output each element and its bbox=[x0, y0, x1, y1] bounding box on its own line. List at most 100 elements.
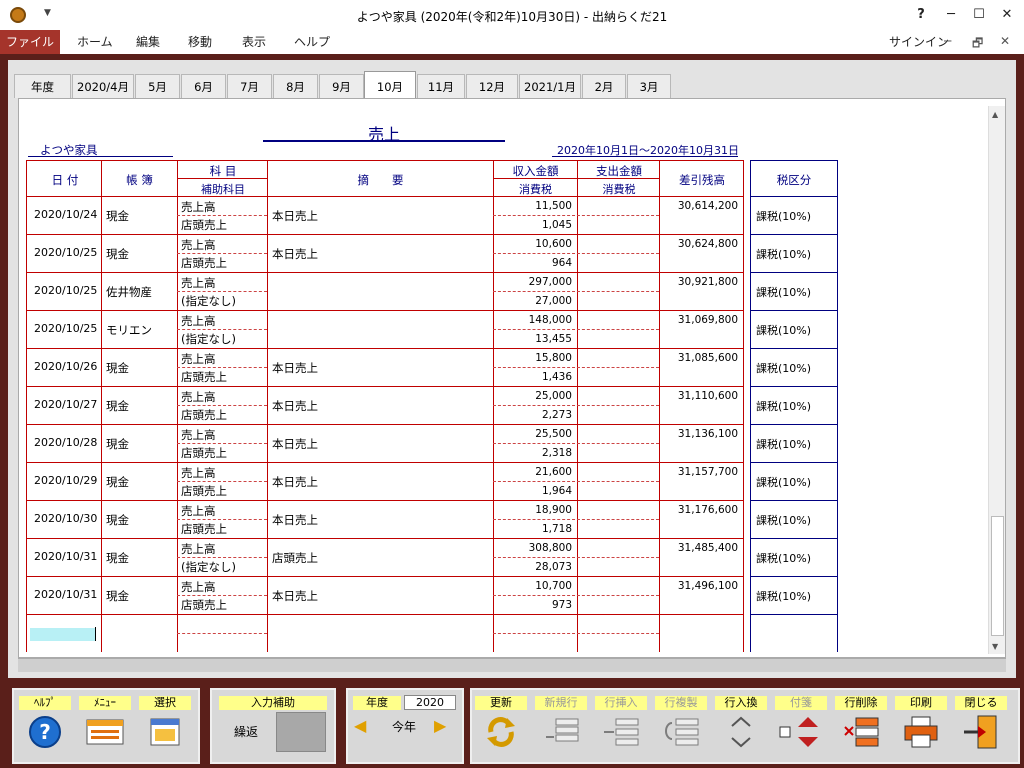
update-button[interactable]: 更新 bbox=[472, 690, 530, 758]
row-account-cell[interactable]: 売上高 bbox=[181, 313, 216, 329]
row-income-tax-cell[interactable]: 13,455 bbox=[494, 333, 572, 345]
row-tax-class-cell[interactable]: 課税(10%) bbox=[756, 360, 811, 376]
row-date-cell[interactable]: 2020/10/29 bbox=[34, 474, 97, 487]
tag-button[interactable]: 付箋 bbox=[772, 690, 830, 758]
row-income-tax-cell[interactable]: 2,318 bbox=[494, 447, 572, 459]
row-balance-cell[interactable]: 31,110,600 bbox=[660, 390, 738, 402]
row-income-tax-cell[interactable]: 2,273 bbox=[494, 409, 572, 421]
ribbon-restore-button[interactable]: 🗗 bbox=[972, 34, 983, 55]
row-date-cell[interactable]: 2020/10/24 bbox=[34, 208, 97, 221]
row-balance-cell[interactable]: 30,614,200 bbox=[660, 200, 738, 212]
delete-row-button[interactable]: 行削除 bbox=[832, 690, 890, 758]
tab-year[interactable]: 年度 bbox=[14, 74, 71, 98]
row-date-cell[interactable]: 2020/10/28 bbox=[34, 436, 97, 449]
row-book-cell[interactable]: 現金 bbox=[106, 246, 129, 262]
row-sub-account-cell[interactable]: 店頭売上 bbox=[181, 521, 227, 537]
row-book-cell[interactable]: モリエン bbox=[106, 322, 152, 338]
tab-month[interactable]: 7月 bbox=[227, 74, 272, 98]
maximize-button[interactable]: ☐ bbox=[966, 4, 992, 26]
menu-help[interactable]: ヘルプ bbox=[294, 30, 330, 54]
row-tax-class-cell[interactable]: 課税(10%) bbox=[756, 322, 811, 338]
select-button[interactable]: 選択 bbox=[136, 690, 194, 758]
row-account-cell[interactable]: 売上高 bbox=[181, 541, 216, 557]
row-summary-cell[interactable]: 本日売上 bbox=[272, 246, 318, 262]
row-sub-account-cell[interactable]: (指定なし) bbox=[181, 293, 236, 309]
row-summary-cell[interactable]: 店頭売上 bbox=[272, 550, 318, 566]
row-book-cell[interactable]: 現金 bbox=[106, 360, 129, 376]
year-input[interactable]: 2020 bbox=[404, 695, 456, 710]
row-date-cell[interactable]: 2020/10/30 bbox=[34, 512, 97, 525]
close-button[interactable]: 閉じる bbox=[952, 690, 1010, 758]
row-book-cell[interactable]: 現金 bbox=[106, 550, 129, 566]
scroll-up-icon[interactable]: ▲ bbox=[992, 110, 998, 119]
row-balance-cell[interactable]: 30,624,800 bbox=[660, 238, 738, 250]
row-income-cell[interactable]: 10,700 bbox=[494, 580, 572, 592]
row-income-cell[interactable]: 297,000 bbox=[494, 276, 572, 288]
row-income-cell[interactable]: 18,900 bbox=[494, 504, 572, 516]
row-book-cell[interactable]: 現金 bbox=[106, 588, 129, 604]
row-summary-cell[interactable]: 本日売上 bbox=[272, 512, 318, 528]
row-balance-cell[interactable]: 31,136,100 bbox=[660, 428, 738, 440]
row-book-cell[interactable]: 現金 bbox=[106, 474, 129, 490]
row-tax-class-cell[interactable]: 課税(10%) bbox=[756, 246, 811, 262]
swap-row-button[interactable]: 行入換 bbox=[712, 690, 770, 758]
row-income-tax-cell[interactable]: 964 bbox=[494, 257, 572, 269]
row-balance-cell[interactable]: 31,496,100 bbox=[660, 580, 738, 592]
tab-month[interactable]: 9月 bbox=[319, 74, 364, 98]
insert-row-button[interactable]: 行挿入 bbox=[592, 690, 650, 758]
help-button[interactable]: ﾍﾙﾌﾟ ? bbox=[16, 690, 74, 758]
tab-month[interactable]: 2020/4月 bbox=[72, 74, 134, 98]
row-sub-account-cell[interactable]: 店頭売上 bbox=[181, 597, 227, 613]
tab-month[interactable]: 3月 bbox=[627, 74, 671, 98]
row-income-tax-cell[interactable]: 1,436 bbox=[494, 371, 572, 383]
row-income-cell[interactable]: 308,800 bbox=[494, 542, 572, 554]
row-account-cell[interactable]: 売上高 bbox=[181, 237, 216, 253]
row-income-cell[interactable]: 25,000 bbox=[494, 390, 572, 402]
minimize-button[interactable]: ─ bbox=[938, 4, 964, 26]
tab-month-active[interactable]: 10月 bbox=[364, 71, 416, 99]
row-income-cell[interactable]: 15,800 bbox=[494, 352, 572, 364]
row-tax-class-cell[interactable]: 課税(10%) bbox=[756, 550, 811, 566]
ribbon-minimize-button[interactable]: ─ bbox=[944, 34, 951, 48]
row-account-cell[interactable]: 売上高 bbox=[181, 389, 216, 405]
row-book-cell[interactable]: 現金 bbox=[106, 512, 129, 528]
prev-year-icon[interactable]: ◀ bbox=[354, 716, 366, 735]
row-tax-class-cell[interactable]: 課税(10%) bbox=[756, 588, 811, 604]
this-year-button[interactable]: 今年 bbox=[384, 718, 424, 735]
row-tax-class-cell[interactable]: 課税(10%) bbox=[756, 474, 811, 490]
help-button[interactable]: ? bbox=[908, 4, 934, 26]
menu-file[interactable]: ファイル bbox=[0, 30, 60, 54]
row-balance-cell[interactable]: 31,485,400 bbox=[660, 542, 738, 554]
row-income-tax-cell[interactable]: 27,000 bbox=[494, 295, 572, 307]
row-sub-account-cell[interactable]: 店頭売上 bbox=[181, 483, 227, 499]
tab-month[interactable]: 11月 bbox=[417, 74, 465, 98]
row-book-cell[interactable]: 現金 bbox=[106, 398, 129, 414]
row-date-cell[interactable]: 2020/10/25 bbox=[34, 246, 97, 259]
row-summary-cell[interactable]: 本日売上 bbox=[272, 360, 318, 376]
row-summary-cell[interactable]: 本日売上 bbox=[272, 436, 318, 452]
row-sub-account-cell[interactable]: (指定なし) bbox=[181, 559, 236, 575]
vertical-scrollbar[interactable]: ▲ ▼ bbox=[988, 106, 1005, 654]
row-tax-class-cell[interactable]: 課税(10%) bbox=[756, 284, 811, 300]
row-account-cell[interactable]: 売上高 bbox=[181, 579, 216, 595]
row-income-cell[interactable]: 11,500 bbox=[494, 200, 572, 212]
row-tax-class-cell[interactable]: 課税(10%) bbox=[756, 512, 811, 528]
row-account-cell[interactable]: 売上高 bbox=[181, 275, 216, 291]
row-balance-cell[interactable]: 31,069,800 bbox=[660, 314, 738, 326]
carry-button[interactable]: 繰返 bbox=[220, 712, 272, 752]
menu-home[interactable]: ホーム bbox=[77, 30, 113, 54]
row-income-cell[interactable]: 10,600 bbox=[494, 238, 572, 250]
row-sub-account-cell[interactable]: 店頭売上 bbox=[181, 369, 227, 385]
row-tax-class-cell[interactable]: 課税(10%) bbox=[756, 436, 811, 452]
row-income-tax-cell[interactable]: 1,718 bbox=[494, 523, 572, 535]
row-balance-cell[interactable]: 30,921,800 bbox=[660, 276, 738, 288]
row-sub-account-cell[interactable]: (指定なし) bbox=[181, 331, 236, 347]
row-date-cell[interactable]: 2020/10/26 bbox=[34, 360, 97, 373]
row-summary-cell[interactable]: 本日売上 bbox=[272, 208, 318, 224]
row-sub-account-cell[interactable]: 店頭売上 bbox=[181, 445, 227, 461]
row-income-tax-cell[interactable]: 28,073 bbox=[494, 561, 572, 573]
row-date-cell[interactable]: 2020/10/27 bbox=[34, 398, 97, 411]
new-row-button[interactable]: 新規行 bbox=[532, 690, 590, 758]
tab-month[interactable]: 12月 bbox=[466, 74, 518, 98]
row-tax-class-cell[interactable]: 課税(10%) bbox=[756, 208, 811, 224]
